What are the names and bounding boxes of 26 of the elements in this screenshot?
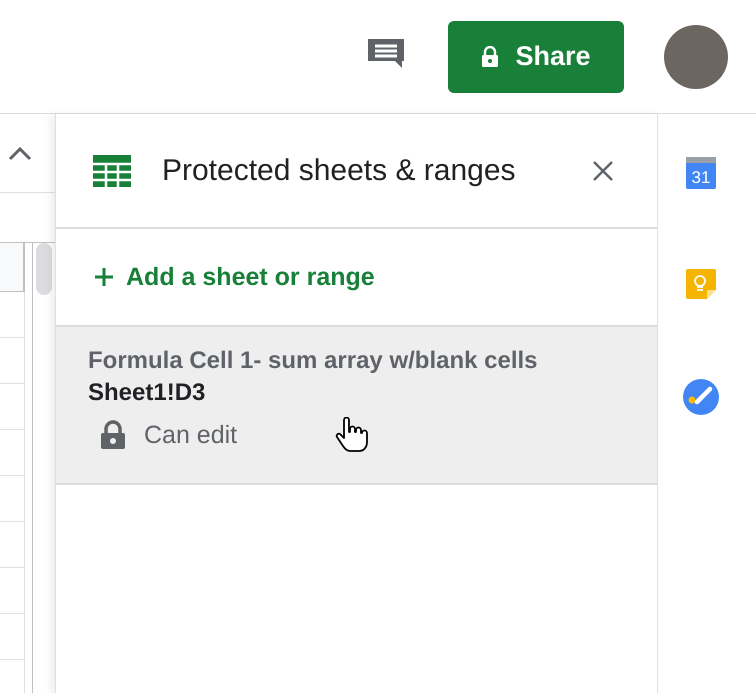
protected-range-item[interactable]: Formula Cell 1- sum array w/blank cells Sheet1!D3 Can edit: [56, 327, 657, 485]
lock-icon: [100, 420, 126, 450]
add-range-link[interactable]: Add a sheet or range: [94, 262, 375, 292]
close-icon: [591, 158, 615, 182]
range-reference: Sheet1!D3: [88, 379, 206, 407]
scrollbar-thumb[interactable]: [36, 243, 52, 295]
share-button[interactable]: Share: [448, 20, 624, 92]
hand-cursor-icon: [335, 417, 370, 453]
grid-cell[interactable]: [0, 522, 25, 568]
lightbulb-icon[interactable]: [685, 268, 717, 300]
grid-cell[interactable]: [0, 614, 25, 660]
permission-label: Can edit: [144, 420, 238, 450]
panel-title: Protected sheets & ranges: [162, 154, 517, 188]
grid-cell[interactable]: [0, 476, 25, 522]
spreadsheet-icon: [92, 154, 132, 188]
grid-cell[interactable]: [0, 292, 25, 338]
check-pen-icon[interactable]: [682, 378, 720, 416]
grid-cell[interactable]: [0, 568, 25, 614]
plus-icon: [94, 267, 114, 287]
grid-cell[interactable]: [0, 338, 25, 384]
grid-cell[interactable]: [0, 384, 25, 430]
range-description: Formula Cell 1- sum array w/blank cells: [88, 347, 539, 375]
calendar-icon[interactable]: 31: [685, 156, 717, 190]
lock-icon: [481, 46, 500, 68]
chevron-up-icon[interactable]: [8, 145, 32, 161]
grid-cell[interactable]: [0, 430, 25, 476]
